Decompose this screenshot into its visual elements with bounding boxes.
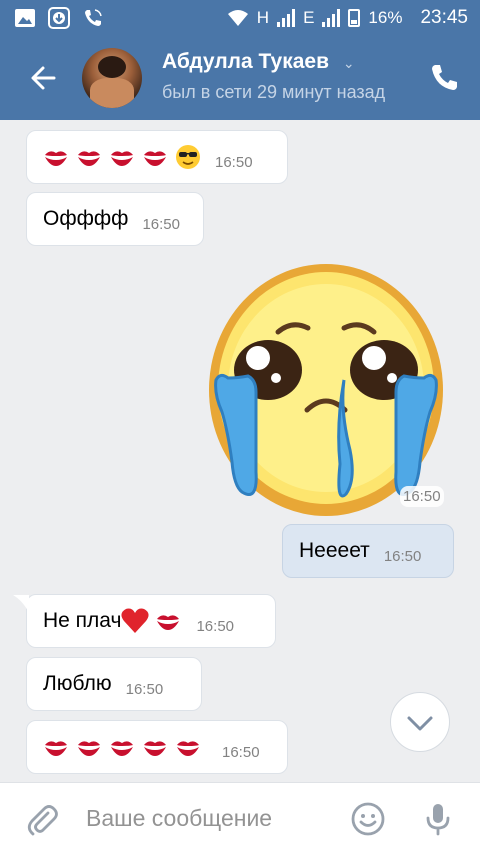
kiss-icon <box>45 151 67 166</box>
message-bubble-incoming[interactable]: Не плач 16:50 <box>13 594 276 648</box>
contact-name-row[interactable]: Абдулла Тукаев ⌄ <box>162 50 355 74</box>
kiss-icon <box>111 741 133 756</box>
message-composer: Ваше сообщение <box>0 782 480 854</box>
signal-icon-2 <box>322 9 341 27</box>
message-time: 16:50 <box>125 680 164 698</box>
kiss-icon <box>111 151 133 166</box>
kiss-icon <box>144 741 166 756</box>
phone-icon <box>432 65 457 90</box>
message-input[interactable]: Ваше сообщение <box>86 805 272 832</box>
network-type-e: E <box>303 8 315 27</box>
chat-header: Абдулла Тукаев ⌄ был в сети 29 минут наз… <box>0 36 480 120</box>
emoji-icon[interactable] <box>350 801 386 837</box>
message-bubble-incoming[interactable]: 16:50 <box>26 130 288 184</box>
wifi-icon <box>227 10 248 26</box>
message-bubble-outgoing[interactable]: Нееeет 16:50 <box>282 524 454 578</box>
red-heart-icon <box>121 608 150 633</box>
last-seen-status: был в сети 29 минут назад <box>162 82 386 102</box>
message-time: 16:50 <box>215 153 253 171</box>
chevron-down-icon <box>407 716 433 731</box>
bubble-tail <box>13 595 29 613</box>
kiss-icon <box>157 615 180 630</box>
crying-face-sticker[interactable] <box>206 260 446 520</box>
message-text: Не плач <box>43 609 122 632</box>
message-time: 16:50 <box>222 743 260 761</box>
image-icon <box>15 9 35 27</box>
message-bubble-incoming[interactable]: Люблю 16:50 <box>26 657 202 711</box>
status-bar: H E 16% 23:45 <box>0 0 480 36</box>
clock: 23:45 <box>420 7 468 28</box>
contact-name[interactable]: Абдулла Тукаев <box>162 50 329 73</box>
kiss-icon <box>78 741 100 756</box>
message-bubble-incoming[interactable]: Офффф 16:50 <box>26 192 204 246</box>
message-time: 16:50 <box>142 215 180 233</box>
kiss-icon <box>177 741 199 756</box>
chevron-down-icon[interactable]: ⌄ <box>343 55 355 71</box>
kiss-icon <box>144 151 166 166</box>
call-button[interactable] <box>426 60 462 96</box>
wifi-call-icon <box>85 9 102 26</box>
scroll-to-bottom-button[interactable] <box>390 692 450 752</box>
kiss-icon <box>45 741 67 756</box>
message-text: Люблю <box>43 672 112 695</box>
battery-icon <box>348 9 361 27</box>
download-icon <box>48 7 70 29</box>
message-bubble-incoming[interactable]: 16:50 <box>26 720 288 774</box>
sunglasses-face-icon <box>176 145 200 169</box>
avatar[interactable] <box>82 48 142 108</box>
arrow-left-icon <box>31 66 56 90</box>
message-text: Офффф <box>43 207 129 230</box>
message-time: 16:50 <box>400 486 444 507</box>
kiss-icon <box>78 151 100 166</box>
message-text: Нееeет <box>299 539 370 562</box>
paperclip-icon[interactable] <box>24 801 60 837</box>
message-time: 16:50 <box>383 547 422 565</box>
back-button[interactable] <box>26 60 62 96</box>
microphone-icon[interactable] <box>420 801 456 837</box>
signal-icon <box>277 9 296 27</box>
message-time: 16:50 <box>196 617 235 635</box>
battery-percent: 16% <box>368 8 403 27</box>
network-type-h: H <box>256 8 270 27</box>
